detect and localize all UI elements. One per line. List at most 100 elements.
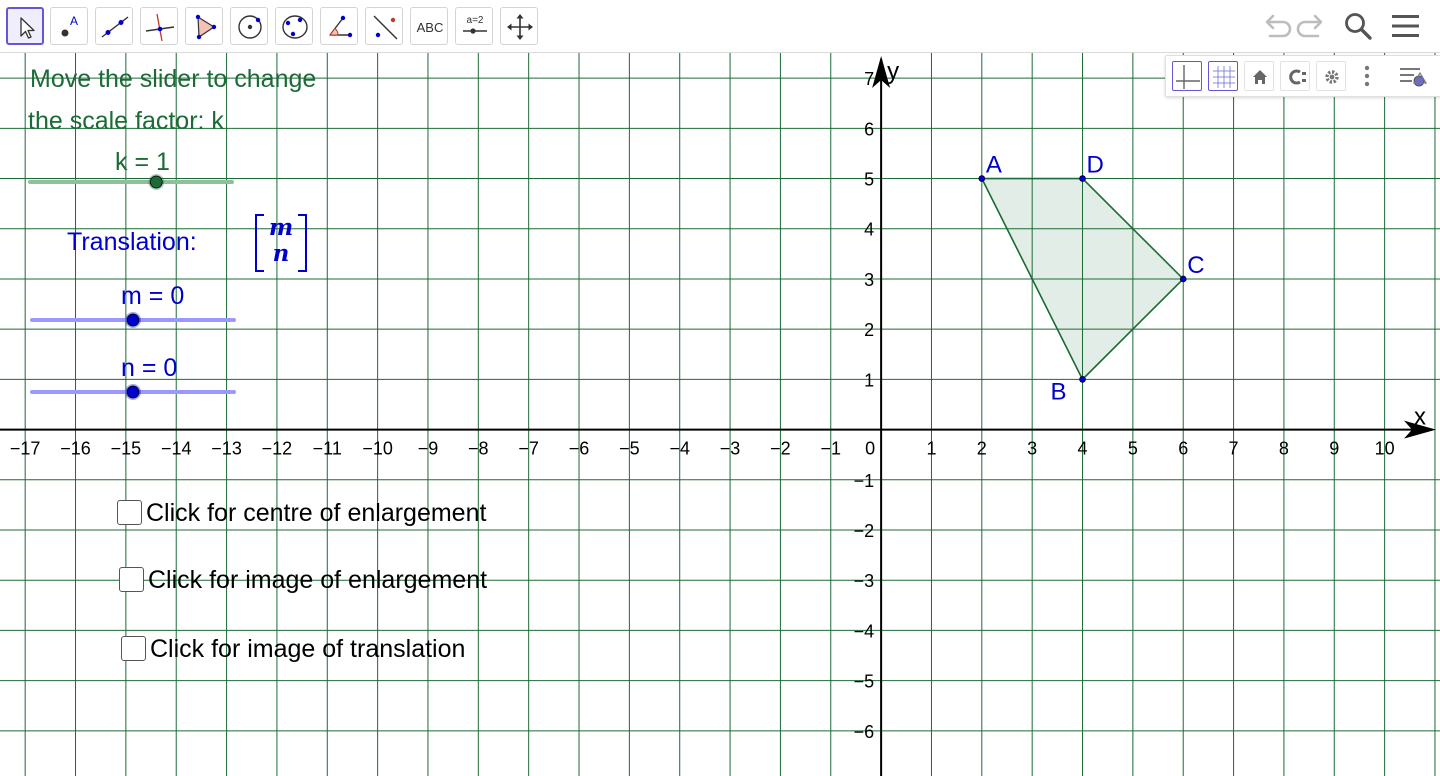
image-of-enlargement-checkbox[interactable] [119,567,144,592]
angle-icon [328,15,353,38]
point-tool-button[interactable]: A [50,7,88,45]
perpendicular-tool-button[interactable] [140,7,178,45]
x-tick-label: 1 [926,439,936,459]
text-icon: ABC [417,20,444,35]
axes-icon [1176,65,1200,89]
y-tick-label: −6 [854,722,875,742]
graphics-view[interactable]: xy −17 −16 −15 −14 −13 −12 −11 −10 −9 −8 −7 −6 −5 −4−… [0,53,1440,776]
move-graphics-view-icon [507,14,533,40]
y-tick-label: −3 [854,571,875,591]
style-bar-toggle-button[interactable] [1396,61,1432,91]
x-tick-label: 2 [977,439,987,459]
x-tick-label: 7 [1229,439,1239,459]
x-tick-label: −5 [619,439,640,459]
x-tick-label: 5 [1128,439,1138,459]
slider-n-label: n = 0 [121,354,178,382]
undo-button[interactable] [1257,8,1293,44]
slider-m-label: m = 0 [121,282,185,310]
y-tick-label: −5 [854,672,875,692]
centre-of-enlargement-label: Click for centre of enlargement [146,499,487,527]
x-tick-label: −1 [821,439,842,459]
label-style-button[interactable] [1280,61,1310,91]
x-tick-label: −16 [60,439,91,459]
circle-three-points-icon [282,15,308,39]
point-B[interactable] [1079,376,1086,383]
grid-icon [1213,66,1235,88]
x-tick-label: 9 [1329,439,1339,459]
axes-toggle-button[interactable] [1172,61,1202,91]
move-tool-button[interactable] [6,7,44,45]
x-tick-label: −8 [468,439,489,459]
point-icon: A [61,14,78,37]
redo-button[interactable] [1295,8,1331,44]
slider-m-handle[interactable] [126,313,140,327]
line-tool-button[interactable] [95,7,133,45]
x-tick-label: −3 [720,439,741,459]
x-tick-label: −13 [211,439,242,459]
centre-of-enlargement-checkbox[interactable] [117,500,142,525]
home-icon [1253,70,1267,84]
move-view-tool-button[interactable] [500,7,538,45]
y-tick-label: −2 [854,521,875,541]
origin-label: 0 [865,439,875,459]
y-tick-label: 6 [864,119,874,139]
x-tick-label: −10 [362,439,393,459]
menu-icon [1392,15,1419,37]
circle-center-tool-button[interactable] [230,7,268,45]
perpendicular-line-icon [145,13,175,42]
translation-vector: m n [255,214,307,272]
polygon-tool-button[interactable] [185,7,223,45]
point-A[interactable] [978,175,986,182]
more-options-button[interactable] [1354,61,1380,91]
settings-icon [1325,70,1339,84]
undo-icon [1265,14,1292,38]
slider-icon: a=2 [463,15,487,34]
reflect-tool-button[interactable] [365,7,403,45]
slider-n-handle[interactable] [126,385,140,399]
y-tick-label: 3 [864,270,874,290]
circle-three-points-tool-button[interactable] [275,7,313,45]
search-icon [1345,13,1372,40]
home-view-button[interactable] [1244,61,1274,91]
point-label-A: A [986,152,1002,179]
image-of-enlargement-label: Click for image of enlargement [148,566,488,594]
translation-label: Translation: [67,228,197,256]
slider-tool-button[interactable]: a=2 [455,7,493,45]
x-tick-label: −12 [262,439,293,459]
style-bar-toggle-icon [1400,68,1428,87]
vector-top-m: m [268,214,294,241]
redo-icon [1296,14,1323,38]
y-tick-label: 2 [864,320,874,340]
point-label-D: D [1087,152,1104,179]
instruction-line-1: Move the slider to change [30,65,317,93]
slider-k-handle[interactable] [149,175,163,189]
text-tool-label: ABC [417,20,444,35]
slider-tool-label: a=2 [467,15,484,26]
x-tick-label: −15 [111,439,142,459]
point-C[interactable] [1179,275,1187,283]
image-of-translation-checkbox[interactable] [121,636,146,661]
graphics-settings-button[interactable] [1316,61,1346,91]
label-style-icon [1289,69,1306,85]
grid-toggle-button[interactable] [1208,61,1238,91]
point-label-B: B [1051,378,1067,405]
reflect-line-icon [373,15,398,40]
vector-bottom-n: n [272,240,290,267]
instruction-line-2: the scale factor: k [28,107,224,135]
point-D[interactable] [1079,175,1086,182]
text-tool-button[interactable]: ABC [410,7,448,45]
slider-k-label: k = 1 [115,148,170,176]
main-menu-button[interactable] [1388,8,1424,44]
graphics-style-bar [1165,55,1440,97]
x-tick-label: −2 [770,439,791,459]
x-tick-label: −9 [418,439,439,459]
x-tick-label: −6 [569,439,590,459]
x-tick-label: −4 [669,439,690,459]
y-tick-label: 1 [864,370,874,390]
search-button[interactable] [1340,8,1376,44]
axes: xy [0,56,1436,776]
x-tick-label: 6 [1178,439,1188,459]
angle-tool-button[interactable] [320,7,358,45]
y-tick-label: 4 [864,220,874,240]
image-of-translation-label: Click for image of translation [150,635,466,663]
